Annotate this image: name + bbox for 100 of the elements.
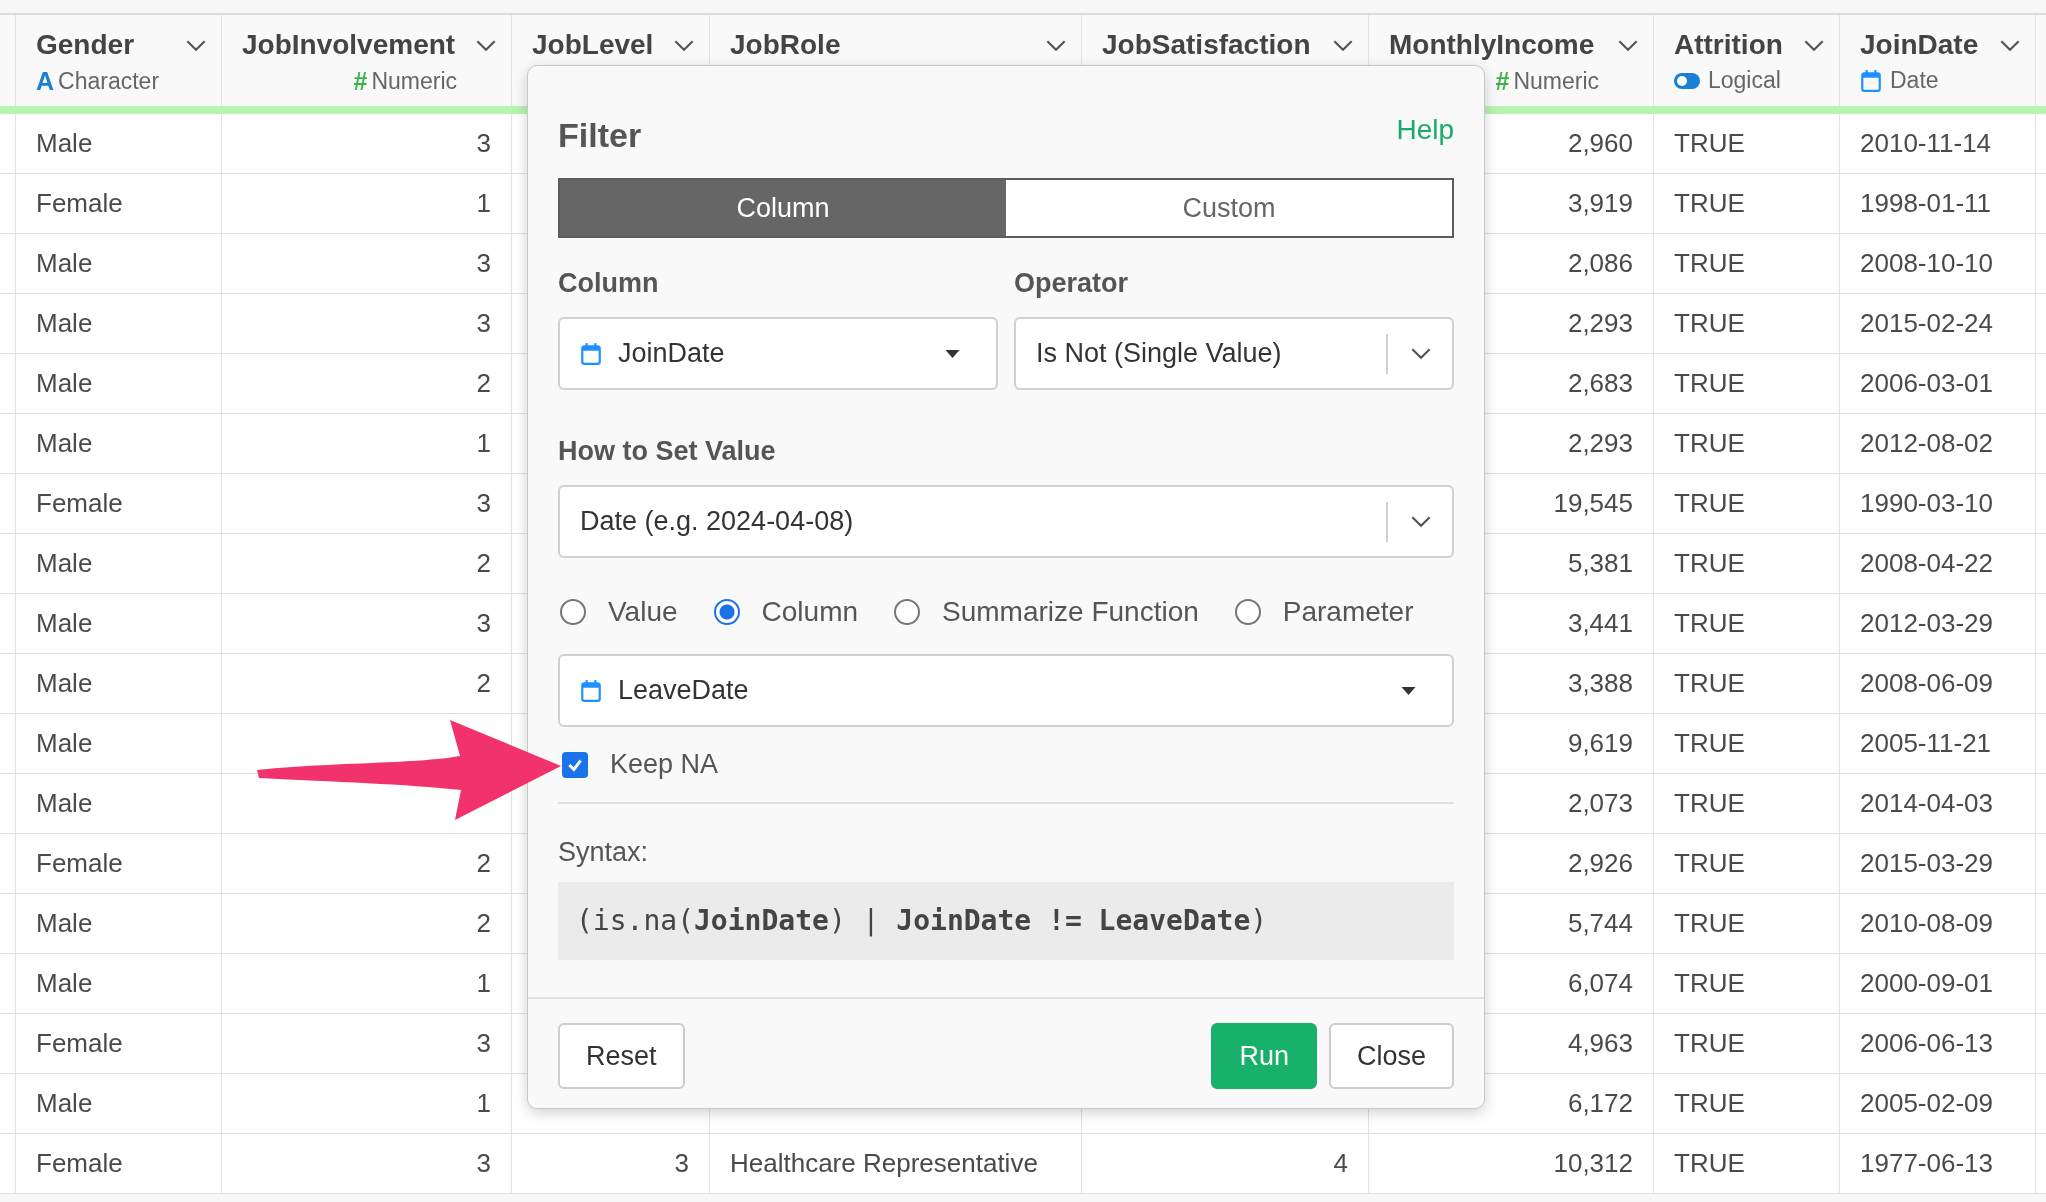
- caret-icon: [945, 349, 960, 358]
- table-cell: TRUE: [1674, 908, 1745, 939]
- radio-button[interactable]: [713, 599, 740, 625]
- table-cell: 1977-06-13: [1860, 1148, 1993, 1179]
- table-cell: 2008-06-09: [1860, 668, 1993, 699]
- chevron-down-icon[interactable]: [673, 38, 695, 52]
- table-cell: 19,545: [1553, 488, 1633, 519]
- table-cell: TRUE: [1674, 1028, 1745, 1059]
- column-type: Logical: [1708, 67, 1781, 94]
- dialog-button[interactable]: Reset: [558, 1023, 685, 1089]
- table-cell: Male: [36, 308, 93, 339]
- table-cell: 2015-03-29: [1860, 848, 1993, 879]
- table-cell: 2006-03-01: [1860, 368, 1993, 399]
- column-name: JobSatisfaction: [1102, 29, 1311, 61]
- table-cell: Female: [36, 188, 123, 219]
- table-cell: 2: [476, 848, 491, 879]
- table-cell: Male: [36, 788, 93, 819]
- table-cell: 2,086: [1567, 248, 1633, 279]
- dropdown[interactable]: Is Not (Single Value): [1014, 317, 1454, 390]
- table-cell: TRUE: [1674, 848, 1745, 879]
- table-cell: 4,963: [1567, 1028, 1633, 1059]
- table-cell: 1998-01-11: [1860, 188, 1992, 219]
- chevron-down-icon[interactable]: [1803, 38, 1825, 52]
- column-type: Numeric: [371, 68, 457, 95]
- radio-button[interactable]: [560, 599, 586, 625]
- table-cell: Male: [36, 728, 93, 759]
- table-cell: 3,388: [1567, 668, 1633, 699]
- chevron-down-icon[interactable]: [1999, 38, 2021, 52]
- chevron-down-icon[interactable]: [185, 38, 207, 52]
- table-cell: 2,926: [1567, 848, 1633, 879]
- table-cell: TRUE: [1674, 548, 1745, 579]
- table-cell: 3: [476, 308, 491, 339]
- tab[interactable]: Column: [560, 180, 1006, 236]
- table-cell: Female: [36, 1148, 123, 1179]
- table-cell: Male: [36, 608, 93, 639]
- table-cell: 2008-10-10: [1860, 248, 1993, 279]
- calendar-icon: [1860, 68, 1882, 93]
- table-cell: 3: [476, 1148, 491, 1179]
- dropdown[interactable]: Date (e.g. 2024-04-08): [558, 485, 1454, 558]
- column-name: JoinDate: [1860, 29, 1979, 61]
- radio-button[interactable]: [1234, 599, 1261, 625]
- column-type: Numeric: [1513, 68, 1599, 95]
- radio-button[interactable]: [894, 599, 921, 625]
- chevron-down-icon: [1410, 347, 1432, 360]
- table-cell: TRUE: [1674, 1148, 1745, 1179]
- tab[interactable]: Custom: [1006, 180, 1452, 236]
- table-cell: 2005-11-21: [1860, 728, 1992, 759]
- chevron-down-icon[interactable]: [475, 38, 497, 52]
- table-cell: 1: [476, 428, 491, 459]
- table-cell: 2,073: [1567, 788, 1633, 819]
- table-cell: 2,293: [1567, 428, 1633, 459]
- chevron-down-icon: [1410, 515, 1432, 528]
- table-cell: 2006-06-13: [1860, 1028, 1993, 1059]
- table-cell: 3: [674, 1148, 689, 1179]
- column-name: Gender: [36, 29, 135, 61]
- dropdown[interactable]: LeaveDate: [558, 654, 1454, 727]
- table-cell: 2008-04-22: [1860, 548, 1993, 579]
- table-cell: 2,960: [1567, 128, 1633, 159]
- field-label: How to Set Value: [558, 436, 777, 467]
- caret-icon: [1401, 686, 1416, 695]
- table-cell: 2012-03-29: [1860, 608, 1993, 639]
- table-cell: TRUE: [1674, 968, 1745, 999]
- table-cell: TRUE: [1674, 308, 1745, 339]
- table-cell: 2000-09-01: [1860, 968, 1993, 999]
- radio-label[interactable]: Summarize Function: [942, 596, 1199, 628]
- table-cell: 3: [476, 608, 491, 639]
- table-cell: TRUE: [1674, 128, 1745, 159]
- calendar-icon: [580, 678, 602, 703]
- table-cell: Male: [36, 908, 93, 939]
- column-name: JobInvolvement: [242, 29, 456, 61]
- table-cell: 10,312: [1553, 1148, 1633, 1179]
- toggle-icon: [1674, 72, 1700, 89]
- syntax-label: Syntax:: [558, 837, 650, 868]
- table-cell: 4: [1333, 1148, 1348, 1179]
- table-cell: Male: [36, 668, 93, 699]
- table-cell: 2014-04-03: [1860, 788, 1993, 819]
- checkbox[interactable]: [562, 751, 588, 778]
- table-cell: Healthcare Representative: [730, 1148, 1038, 1179]
- table-cell: 3,441: [1567, 608, 1633, 639]
- dialog-button[interactable]: Close: [1328, 1023, 1454, 1089]
- table-cell: 5,744: [1567, 908, 1633, 939]
- checkbox-label[interactable]: Keep NA: [610, 749, 719, 780]
- table-cell: 5,381: [1567, 548, 1633, 579]
- radio-label[interactable]: Value: [608, 596, 678, 628]
- table-cell: 6,172: [1567, 1088, 1633, 1119]
- column-name: JobRole: [730, 29, 841, 61]
- field-label: Column: [558, 268, 660, 299]
- table-cell: TRUE: [1674, 428, 1745, 459]
- chevron-down-icon[interactable]: [1045, 38, 1067, 52]
- table-cell: 3: [476, 488, 491, 519]
- table-cell: 6,074: [1567, 968, 1633, 999]
- table-cell: 2012-08-02: [1860, 428, 1993, 459]
- table-cell: TRUE: [1674, 248, 1745, 279]
- radio-label[interactable]: Column: [761, 596, 859, 628]
- radio-label[interactable]: Parameter: [1282, 596, 1414, 628]
- dropdown[interactable]: JoinDate: [558, 317, 998, 390]
- chevron-down-icon[interactable]: [1617, 38, 1639, 52]
- table-cell: 3: [476, 1028, 491, 1059]
- chevron-down-icon[interactable]: [1332, 38, 1354, 52]
- table-cell: 2,293: [1567, 308, 1633, 339]
